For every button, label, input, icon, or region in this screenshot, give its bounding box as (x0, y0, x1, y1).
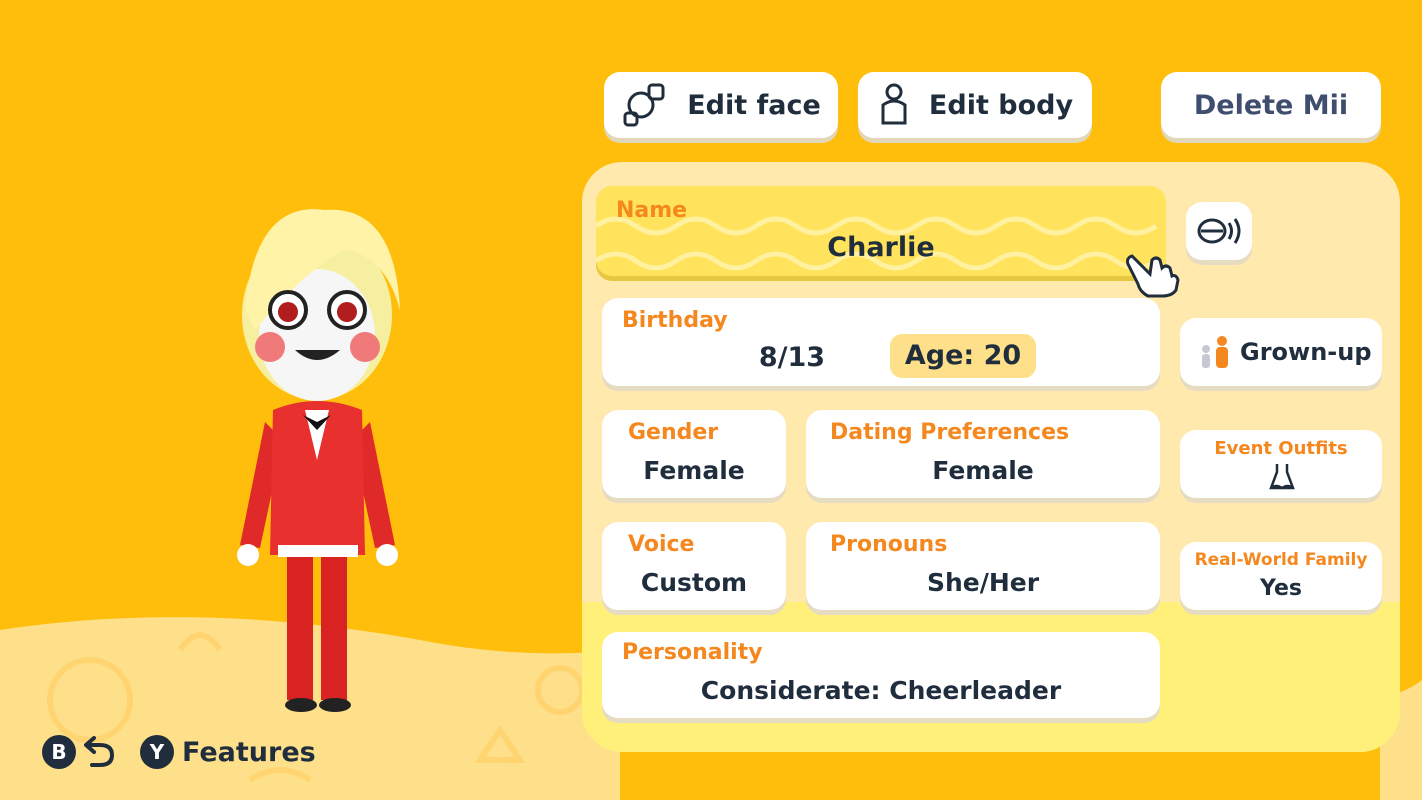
voice-value: Custom (640, 568, 748, 597)
dress-icon (1269, 464, 1295, 490)
face-edit-icon (623, 83, 665, 127)
gender-value: Female (643, 456, 745, 485)
name-value: Charlie (827, 232, 935, 263)
birthday-label: Birthday (622, 308, 728, 333)
gender-label: Gender (628, 420, 719, 445)
body-edit-icon (881, 83, 907, 125)
life-stage-label: Grown-up (1240, 338, 1372, 366)
edit-body-label: Edit body (928, 89, 1074, 121)
personality-label: Personality (622, 640, 763, 665)
real-world-family-button[interactable]: Real-World Family Yes (1180, 542, 1382, 610)
birthday-field[interactable]: Birthday 8/13 Age: 20 (602, 298, 1160, 386)
delete-mii-button[interactable]: Delete Mii (1161, 72, 1381, 138)
edit-face-button[interactable]: Edit face (604, 72, 838, 138)
pointer-hand-icon (1126, 254, 1180, 298)
features-label: Features (182, 736, 316, 768)
name-field[interactable]: Name Charlie (596, 186, 1166, 276)
age-badge: Age: 20 (890, 334, 1036, 378)
birthday-value: 8/13 (758, 342, 826, 373)
dating-preferences-value: Female (932, 456, 1034, 485)
name-label: Name (616, 198, 688, 223)
edit-body-button[interactable]: Edit body (858, 72, 1092, 138)
pronouns-field[interactable]: Pronouns She/Her (806, 522, 1160, 610)
event-outfits-button[interactable]: Event Outfits (1180, 430, 1382, 498)
grown-up-icon (1202, 336, 1228, 368)
personality-value: Considerate: Cheerleader (700, 676, 1062, 705)
back-arrow-icon (84, 736, 115, 767)
pronouns-label: Pronouns (830, 532, 948, 557)
edit-face-label: Edit face (687, 89, 821, 121)
features-hint[interactable]: Y Features (140, 732, 316, 772)
voice-label: Voice (628, 532, 695, 557)
real-world-family-label: Real-World Family (1194, 550, 1368, 570)
b-button-icon: B (42, 735, 76, 769)
dating-preferences-label: Dating Preferences (830, 420, 1070, 445)
event-outfits-label: Event Outfits (1214, 438, 1348, 459)
real-world-family-value: Yes (1260, 576, 1302, 601)
delete-mii-label: Delete Mii (1193, 89, 1349, 121)
play-voice-button[interactable] (1186, 202, 1252, 260)
speaking-mouth-icon (1197, 218, 1241, 244)
back-hint[interactable]: B (42, 732, 118, 772)
profile-panel: Name Charlie Birthday 8/13 Age: 20 Grown… (582, 162, 1400, 752)
pronouns-value: She/Her (926, 568, 1040, 597)
voice-field[interactable]: Voice Custom (602, 522, 786, 610)
mii-character-avatar (237, 209, 400, 712)
dating-preferences-field[interactable]: Dating Preferences Female (806, 410, 1160, 498)
personality-field[interactable]: Personality Considerate: Cheerleader (602, 632, 1160, 718)
y-button-icon: Y (140, 735, 174, 769)
life-stage-button[interactable]: Grown-up (1180, 318, 1382, 386)
gender-field[interactable]: Gender Female (602, 410, 786, 498)
